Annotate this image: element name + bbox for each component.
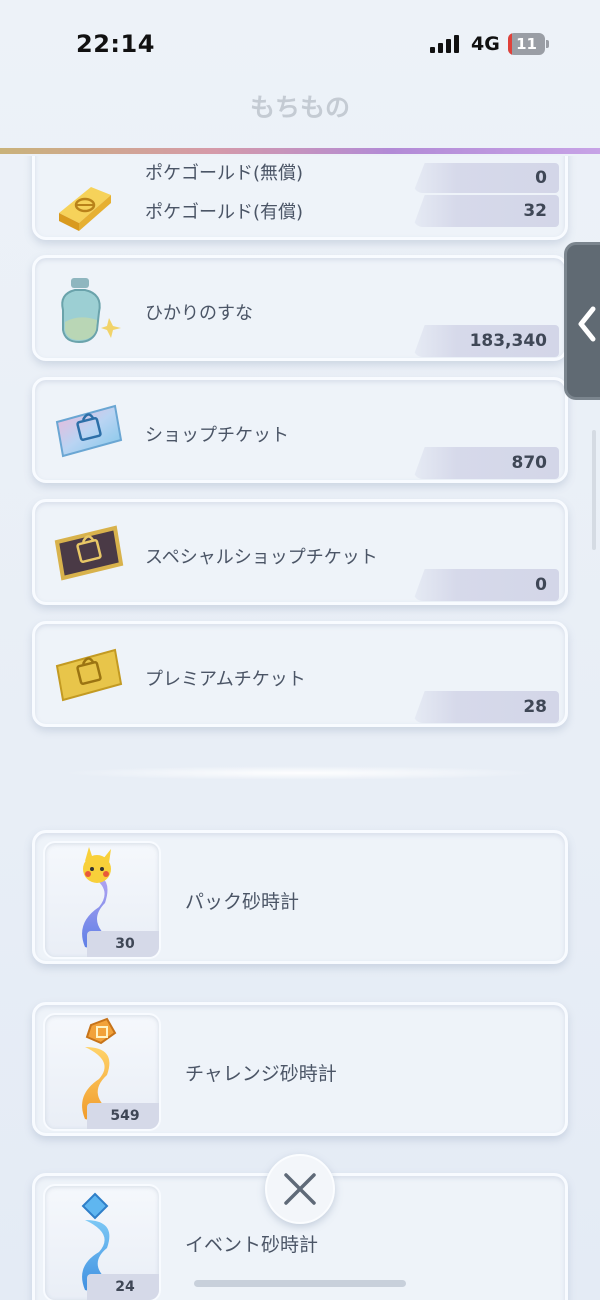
item-count-special-shop-ticket: 0	[413, 569, 559, 601]
event-hourglass-icon: 24	[43, 1184, 161, 1300]
network-label: 4G	[471, 33, 500, 55]
item-card-special-shop-ticket[interactable]: スペシャルショップチケット 0	[32, 499, 568, 605]
item-count-stardust: 183,340	[413, 325, 559, 357]
item-count-shop-ticket: 870	[413, 447, 559, 479]
shop-ticket-icon	[49, 392, 129, 472]
battery-level: 11	[516, 35, 537, 53]
item-list[interactable]: ポケゴールド(無償) 0 ポケゴールド(有償) 32 ひかりのすな 183,34…	[0, 156, 600, 1300]
hourglass-label-event: イベント砂時計	[185, 1234, 319, 1256]
side-drawer-tab[interactable]	[564, 242, 600, 400]
hourglass-count-challenge: 549	[87, 1103, 159, 1129]
item-count-pokegold-paid: 32	[413, 195, 559, 227]
special-shop-ticket-icon	[49, 514, 129, 594]
hourglass-card-pack[interactable]: 30 パック砂時計	[32, 830, 568, 964]
item-label-special-shop-ticket: スペシャルショップチケット	[145, 547, 378, 568]
pack-hourglass-icon: 30	[43, 841, 161, 959]
header-accent-bar	[0, 148, 600, 154]
sand-bottle-icon	[49, 270, 129, 350]
premium-ticket-icon	[49, 636, 129, 716]
item-label-pokegold-free: ポケゴールド(無償)	[145, 163, 304, 184]
page-header: もちもの	[0, 88, 600, 152]
gold-bar-icon	[49, 161, 129, 241]
battery-icon: 11	[508, 33, 549, 55]
page-title: もちもの	[249, 93, 350, 122]
section-divider	[60, 766, 540, 780]
chevron-left-icon	[575, 305, 597, 351]
hourglass-count-event: 24	[87, 1274, 159, 1300]
item-count-premium-ticket: 28	[413, 691, 559, 723]
item-card-premium-ticket[interactable]: プレミアムチケット 28	[32, 621, 568, 727]
home-indicator[interactable]	[194, 1280, 406, 1287]
close-button[interactable]	[265, 1154, 335, 1224]
hourglass-count-pack: 30	[87, 931, 159, 957]
item-label-stardust: ひかりのすな	[145, 303, 253, 324]
item-label-premium-ticket: プレミアムチケット	[145, 669, 306, 690]
item-card-shop-ticket[interactable]: ショップチケット 870	[32, 377, 568, 483]
item-count-pokegold-free: 0	[413, 163, 559, 193]
inventory-screen: 22:14 4G 11 もちもの ポケゴールド(無償) 0 ポケゴールド(有償)…	[0, 0, 600, 1300]
hourglass-label-pack: パック砂時計	[185, 891, 300, 913]
challenge-hourglass-icon: 549	[43, 1013, 161, 1131]
status-bar: 22:14 4G 11	[0, 0, 600, 90]
hourglass-label-challenge: チャレンジ砂時計	[185, 1063, 337, 1085]
status-time: 22:14	[76, 30, 155, 58]
item-label-pokegold-paid: ポケゴールド(有償)	[145, 202, 304, 223]
item-card-pokegold[interactable]: ポケゴールド(無償) 0 ポケゴールド(有償) 32	[32, 156, 568, 240]
signal-icon	[430, 35, 462, 53]
close-icon	[284, 1173, 316, 1205]
item-card-stardust[interactable]: ひかりのすな 183,340	[32, 255, 568, 361]
scrollbar[interactable]	[592, 430, 596, 550]
hourglass-card-challenge[interactable]: 549 チャレンジ砂時計	[32, 1002, 568, 1136]
item-label-shop-ticket: ショップチケット	[145, 425, 289, 446]
